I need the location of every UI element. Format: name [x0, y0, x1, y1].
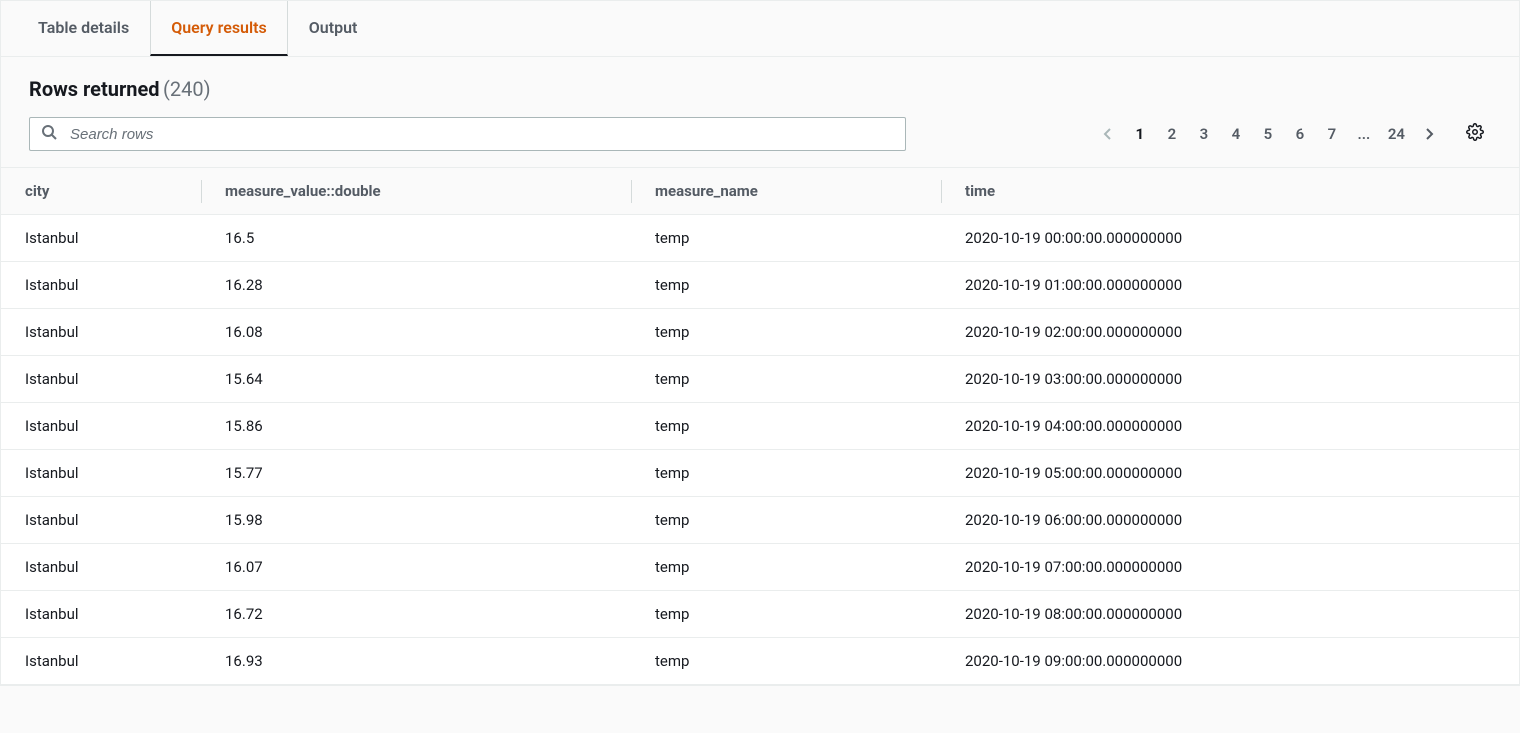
cell-city: Istanbul: [1, 309, 201, 356]
cell-city: Istanbul: [1, 215, 201, 262]
page-ellipsis: ...: [1350, 120, 1378, 148]
cell-time: 2020-10-19 06:00:00.000000000: [941, 497, 1519, 544]
table-settings-button[interactable]: [1459, 118, 1491, 150]
cell-measure_value: 15.86: [201, 403, 631, 450]
cell-measure_value: 16.07: [201, 544, 631, 591]
column-header-time[interactable]: time: [941, 168, 1519, 215]
cell-time: 2020-10-19 02:00:00.000000000: [941, 309, 1519, 356]
cell-measure_name: temp: [631, 450, 941, 497]
column-header-measure-name[interactable]: measure_name: [631, 168, 941, 215]
cell-city: Istanbul: [1, 544, 201, 591]
cell-measure_value: 16.28: [201, 262, 631, 309]
column-header-city[interactable]: city: [1, 168, 201, 215]
cell-city: Istanbul: [1, 356, 201, 403]
page-next-button[interactable]: [1415, 120, 1443, 148]
search-input[interactable]: [29, 117, 906, 151]
table-row: Istanbul15.64temp2020-10-19 03:00:00.000…: [1, 356, 1519, 403]
cell-measure_value: 15.77: [201, 450, 631, 497]
page-number[interactable]: 2: [1158, 120, 1186, 148]
cell-measure_name: temp: [631, 215, 941, 262]
right-controls: 1 2 3 4 5 6 7 ... 24: [1094, 118, 1491, 150]
table-row: Istanbul15.77temp2020-10-19 05:00:00.000…: [1, 450, 1519, 497]
cell-measure_name: temp: [631, 309, 941, 356]
cell-city: Istanbul: [1, 450, 201, 497]
cell-time: 2020-10-19 03:00:00.000000000: [941, 356, 1519, 403]
results-header: Rows returned (240): [1, 57, 1519, 109]
page-number[interactable]: 1: [1126, 120, 1154, 148]
table-row: Istanbul16.28temp2020-10-19 01:00:00.000…: [1, 262, 1519, 309]
cell-city: Istanbul: [1, 262, 201, 309]
cell-measure_value: 16.93: [201, 638, 631, 685]
pagination: 1 2 3 4 5 6 7 ... 24: [1094, 120, 1443, 148]
cell-measure_value: 16.5: [201, 215, 631, 262]
results-panel: Table details Query results Output Rows …: [0, 0, 1520, 686]
cell-time: 2020-10-19 09:00:00.000000000: [941, 638, 1519, 685]
rows-returned-label: Rows returned: [29, 77, 160, 101]
results-table: city measure_value::double measure_name …: [1, 167, 1519, 685]
page-number[interactable]: 7: [1318, 120, 1346, 148]
cell-time: 2020-10-19 00:00:00.000000000: [941, 215, 1519, 262]
page-number[interactable]: 6: [1286, 120, 1314, 148]
table-row: Istanbul16.72temp2020-10-19 08:00:00.000…: [1, 591, 1519, 638]
column-header-measure-value[interactable]: measure_value::double: [201, 168, 631, 215]
cell-measure_name: temp: [631, 591, 941, 638]
table-row: Istanbul16.93temp2020-10-19 09:00:00.000…: [1, 638, 1519, 685]
cell-measure_name: temp: [631, 544, 941, 591]
page-number[interactable]: 24: [1382, 120, 1411, 148]
table-row: Istanbul16.5temp2020-10-19 00:00:00.0000…: [1, 215, 1519, 262]
cell-time: 2020-10-19 01:00:00.000000000: [941, 262, 1519, 309]
cell-time: 2020-10-19 08:00:00.000000000: [941, 591, 1519, 638]
table-row: Istanbul15.86temp2020-10-19 04:00:00.000…: [1, 403, 1519, 450]
cell-measure_value: 15.64: [201, 356, 631, 403]
search-icon: [41, 124, 57, 144]
cell-time: 2020-10-19 04:00:00.000000000: [941, 403, 1519, 450]
cell-time: 2020-10-19 07:00:00.000000000: [941, 544, 1519, 591]
tab-bar: Table details Query results Output: [1, 1, 1519, 57]
cell-city: Istanbul: [1, 403, 201, 450]
table-row: Istanbul15.98temp2020-10-19 06:00:00.000…: [1, 497, 1519, 544]
cell-city: Istanbul: [1, 591, 201, 638]
rows-returned-count: (240): [163, 77, 211, 101]
table-row: Istanbul16.07temp2020-10-19 07:00:00.000…: [1, 544, 1519, 591]
cell-city: Istanbul: [1, 497, 201, 544]
tab-query-results[interactable]: Query results: [150, 1, 288, 56]
cell-measure_name: temp: [631, 403, 941, 450]
cell-measure_value: 15.98: [201, 497, 631, 544]
table-row: Istanbul16.08temp2020-10-19 02:00:00.000…: [1, 309, 1519, 356]
cell-measure_name: temp: [631, 638, 941, 685]
tab-output[interactable]: Output: [288, 1, 379, 56]
cell-time: 2020-10-19 05:00:00.000000000: [941, 450, 1519, 497]
cell-measure_name: temp: [631, 497, 941, 544]
page-prev-button[interactable]: [1094, 120, 1122, 148]
results-toolbar: 1 2 3 4 5 6 7 ... 24: [1, 109, 1519, 167]
cell-measure_value: 16.72: [201, 591, 631, 638]
cell-measure_name: temp: [631, 262, 941, 309]
gear-icon: [1466, 123, 1484, 145]
page-number[interactable]: 5: [1254, 120, 1282, 148]
page-number[interactable]: 4: [1222, 120, 1250, 148]
cell-measure_name: temp: [631, 356, 941, 403]
page-number[interactable]: 3: [1190, 120, 1218, 148]
tab-table-details[interactable]: Table details: [17, 1, 150, 56]
search-wrapper: [29, 117, 906, 151]
cell-city: Istanbul: [1, 638, 201, 685]
cell-measure_value: 16.08: [201, 309, 631, 356]
